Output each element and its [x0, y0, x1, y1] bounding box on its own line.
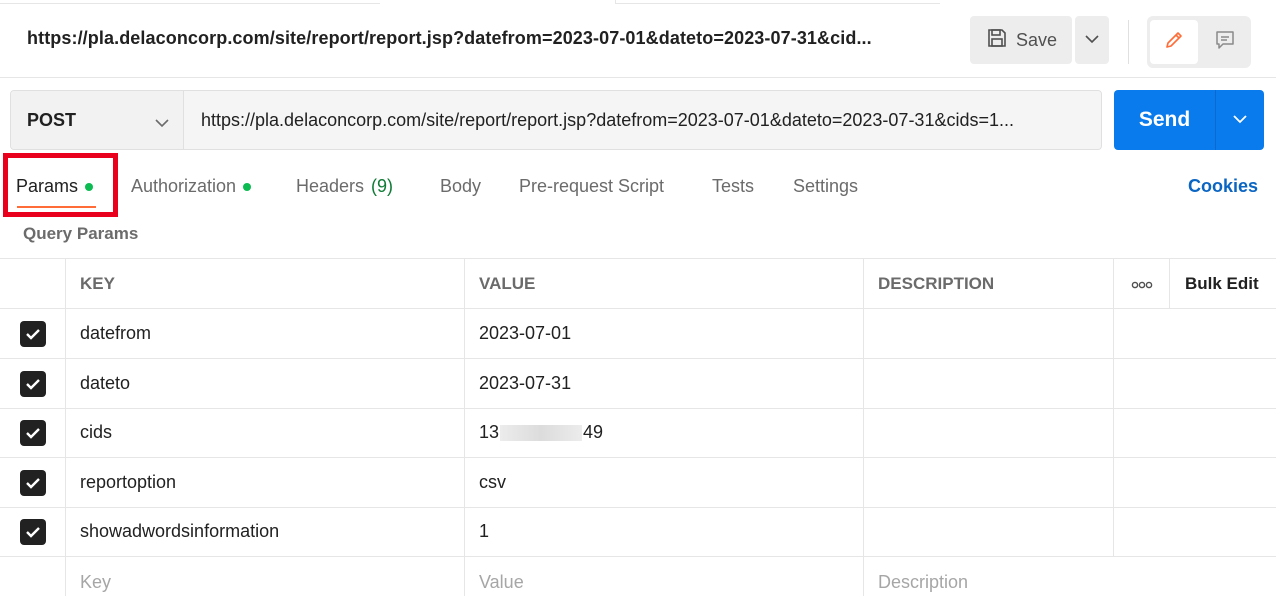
param-value[interactable]: 13 49 — [465, 408, 864, 457]
check-cell — [0, 557, 66, 596]
url-bar: POST https://pla.delaconcorp.com/site/re… — [10, 90, 1102, 150]
table-row: reportoption csv — [0, 458, 1276, 508]
check-cell — [0, 408, 66, 457]
redaction-block — [500, 424, 583, 441]
table-row: dateto 2023-07-31 — [0, 359, 1276, 409]
param-checkbox[interactable] — [19, 518, 46, 545]
save-label: Save — [1016, 29, 1058, 50]
param-value[interactable]: csv — [465, 458, 864, 507]
param-description[interactable] — [864, 408, 1114, 457]
request-header: https://pla.delaconcorp.com/site/report/… — [0, 4, 1276, 78]
tab-headers[interactable]: Headers (9) — [296, 176, 393, 197]
checkmark-icon — [25, 328, 40, 340]
header-divider — [1128, 20, 1129, 64]
save-options-button[interactable] — [1075, 16, 1109, 64]
header-check-cell — [0, 259, 66, 308]
param-checkbox[interactable] — [19, 370, 46, 397]
row-filler — [1114, 309, 1170, 358]
tab-body[interactable]: Body — [440, 176, 481, 197]
new-key-input[interactable]: Key — [66, 557, 465, 596]
checkmark-icon — [25, 427, 40, 439]
tab-label: Authorization — [131, 176, 237, 196]
highlight-annotation — [3, 153, 118, 217]
param-key[interactable]: cids — [66, 408, 465, 457]
tab-label: Body — [440, 176, 482, 196]
more-options-button[interactable] — [1114, 259, 1170, 308]
tab-authorization[interactable]: Authorization — [131, 176, 252, 197]
column-header-key: KEY — [66, 259, 465, 308]
query-params-label: Query Params — [23, 224, 139, 243]
url-input[interactable]: https://pla.delaconcorp.com/site/report/… — [185, 91, 1101, 149]
chevron-down-icon — [1233, 111, 1247, 129]
param-checkbox[interactable] — [19, 320, 46, 347]
tab-label: Headers — [296, 176, 365, 196]
param-value[interactable]: 2023-07-31 — [465, 359, 864, 408]
checkmark-icon — [25, 378, 40, 390]
check-cell — [0, 458, 66, 507]
tab-settings[interactable]: Settings — [793, 176, 858, 197]
pencil-icon — [1163, 29, 1185, 56]
table-row: showadwordsinformation 1 — [0, 507, 1276, 557]
column-header-value: VALUE — [465, 259, 864, 308]
check-cell — [0, 507, 66, 556]
chevron-down-icon — [155, 112, 169, 133]
param-key[interactable]: dateto — [66, 359, 465, 408]
tab-pre-request-script[interactable]: Pre-request Script — [519, 176, 664, 197]
param-value[interactable]: 1 — [465, 507, 864, 556]
table-row: datefrom 2023-07-01 — [0, 309, 1276, 359]
view-mode-toggle — [1147, 16, 1251, 68]
param-key[interactable]: reportoption — [66, 458, 465, 507]
table-header-row: KEY VALUE DESCRIPTION Bulk Edit — [0, 258, 1276, 309]
checkmark-icon — [25, 526, 40, 538]
more-horizontal-icon — [1131, 274, 1153, 294]
checkmark-icon — [25, 477, 40, 489]
chevron-down-icon — [1085, 31, 1099, 49]
comment-icon — [1214, 29, 1236, 56]
tab-tests[interactable]: Tests — [712, 176, 754, 197]
comment-mode-button[interactable] — [1201, 20, 1249, 64]
tab-label: Tests — [712, 176, 755, 196]
param-description[interactable] — [864, 309, 1114, 358]
tab-label: Pre-request Script — [519, 176, 665, 196]
request-title[interactable]: https://pla.delaconcorp.com/site/report/… — [27, 28, 872, 49]
check-cell — [0, 359, 66, 408]
param-value-prefix: 13 — [479, 422, 500, 442]
cookies-link[interactable]: Cookies — [1188, 176, 1258, 197]
tab-label: Settings — [793, 176, 859, 196]
table-row-new: Key Value Description — [0, 557, 1276, 596]
edit-mode-button[interactable] — [1150, 20, 1198, 64]
new-value-input[interactable]: Value — [465, 557, 864, 596]
headers-count: (9) — [371, 176, 394, 196]
request-tabs: Params Authorization Headers (9) Body Pr… — [0, 160, 1280, 212]
param-value-suffix: 49 — [583, 422, 604, 442]
send-button[interactable]: Send — [1114, 90, 1215, 150]
url-value: https://pla.delaconcorp.com/site/report/… — [201, 109, 1014, 130]
param-description[interactable] — [864, 458, 1114, 507]
status-dot-icon — [243, 182, 252, 191]
send-button-group: Send — [1114, 90, 1264, 150]
new-description-input[interactable]: Description — [864, 557, 1276, 596]
param-description[interactable] — [864, 359, 1114, 408]
param-description[interactable] — [864, 507, 1114, 556]
param-value[interactable]: 2023-07-01 — [465, 309, 864, 358]
param-checkbox[interactable] — [19, 469, 46, 496]
check-cell — [0, 309, 66, 358]
column-header-description: DESCRIPTION — [864, 259, 1114, 308]
param-key[interactable]: showadwordsinformation — [66, 507, 465, 556]
floppy-disk-icon — [986, 27, 1008, 54]
method-select[interactable]: POST — [11, 91, 184, 149]
table-row: cids 13 49 — [0, 408, 1276, 458]
param-key[interactable]: datefrom — [66, 309, 465, 358]
param-checkbox[interactable] — [19, 419, 46, 446]
send-options-button[interactable] — [1216, 90, 1264, 150]
bulk-edit-button[interactable]: Bulk Edit — [1170, 259, 1276, 308]
save-button[interactable]: Save — [970, 16, 1072, 64]
method-label: POST — [27, 109, 77, 130]
